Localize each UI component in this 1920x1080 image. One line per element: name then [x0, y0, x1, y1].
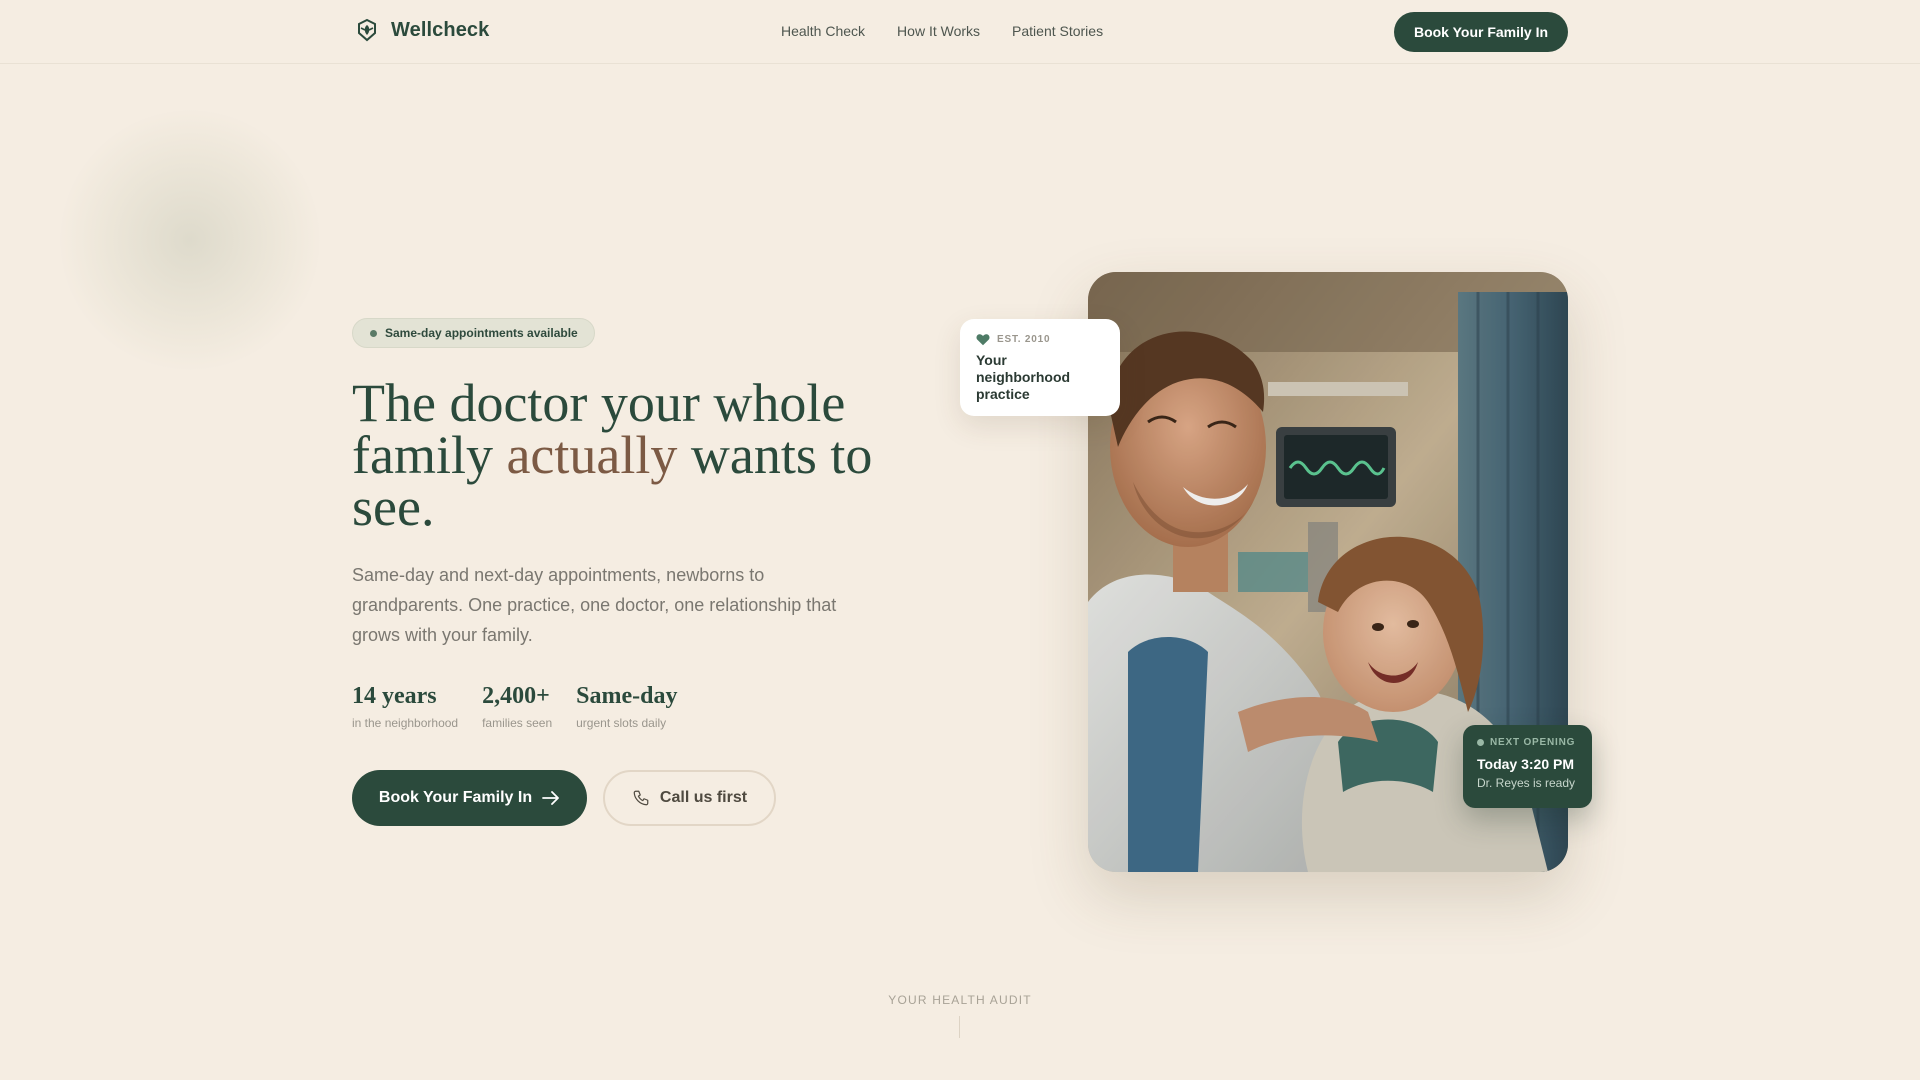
established-card-header: EST. 2010 — [976, 333, 1104, 346]
background-blob — [60, 110, 320, 370]
stat-families: 2,400+ families seen — [482, 682, 552, 730]
nav-link-how-it-works[interactable]: How It Works — [897, 23, 980, 39]
stat-years: 14 years in the neighborhood — [352, 682, 458, 730]
status-dot-icon — [370, 329, 377, 337]
book-family-button[interactable]: Book Your Family In — [352, 770, 587, 826]
brand-name: Wellcheck — [391, 18, 490, 41]
section-divider — [959, 1016, 960, 1038]
book-family-button-label: Book Your Family In — [378, 789, 533, 806]
next-opening-time: Today 3:20 PM — [1477, 756, 1574, 772]
nav-links: Health Check How It Works Patient Storie… — [781, 23, 1103, 39]
heart-icon — [976, 334, 990, 346]
availability-badge-text: Same-day appointments available — [385, 326, 578, 340]
stat-value: 2,400+ — [482, 683, 550, 709]
hero-headline: The doctor your whole family actually wa… — [352, 376, 912, 534]
section-label: YOUR HEALTH AUDIT — [888, 993, 1032, 1007]
next-opening-header: NEXT OPENING — [1477, 737, 1578, 748]
next-opening-card: NEXT OPENING Today 3:20 PM Dr. Reyes is … — [1463, 725, 1592, 808]
stat-same-day: Same-day urgent slots daily — [576, 682, 677, 730]
established-title: Your neighborhood practice — [976, 352, 1071, 402]
established-card: EST. 2010 Your neighborhood practice — [960, 319, 1120, 416]
nav-book-button[interactable]: Book Your Family In — [1394, 12, 1568, 52]
hero-stats: 14 years in the neighborhood 2,400+ fami… — [352, 682, 677, 730]
established-label: EST. 2010 — [997, 334, 1051, 345]
brand-logo-link[interactable]: Wellcheck — [355, 18, 489, 42]
leaf-logo-icon — [358, 18, 376, 42]
next-opening-label: NEXT OPENING — [1490, 737, 1576, 748]
stat-label: in the neighborhood — [352, 716, 459, 730]
stat-value: Same-day — [576, 683, 678, 709]
availability-badge: Same-day appointments available — [352, 318, 595, 348]
call-us-button[interactable]: Call us first — [603, 770, 776, 826]
hero-subtext: Same-day and next-day appointments, newb… — [352, 565, 837, 645]
stat-label: urgent slots daily — [576, 716, 667, 730]
call-us-button-label: Call us first — [659, 789, 748, 806]
status-dot-icon — [1477, 739, 1484, 746]
stat-value: 14 years — [352, 683, 437, 709]
nav-link-patient-stories[interactable]: Patient Stories — [1012, 23, 1103, 39]
arrow-right-icon — [542, 791, 560, 805]
top-nav: Wellcheck Health Check How It Works Pati… — [0, 0, 1920, 64]
nav-link-health-check[interactable]: Health Check — [781, 23, 865, 39]
stat-label: families seen — [482, 716, 553, 730]
headline-accent-word: actually — [506, 425, 678, 485]
next-opening-doctor: Dr. Reyes is ready — [1477, 776, 1576, 790]
phone-icon — [633, 790, 649, 806]
